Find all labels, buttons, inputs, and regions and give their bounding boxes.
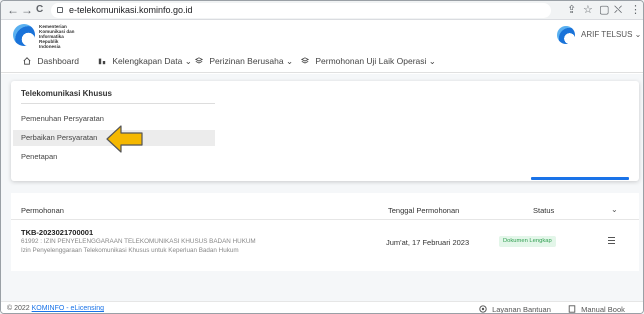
browser-window: ← → C e-telekomunikasi.kominfo.go.id ⇪ ☆… [0, 0, 644, 314]
nav-permohonan-label: Permohonan Uji Laik Operasi [315, 56, 427, 66]
nav-perizinan-berusaha[interactable]: Perizinan Berusaha ⌄ [195, 56, 293, 67]
site-header: Kementerian Komunikasi dan Informatika R… [1, 21, 643, 49]
home-icon [23, 57, 31, 65]
reload-button[interactable]: C [36, 3, 43, 17]
col-header-tanggal: Tenggal Permohonan [388, 206, 460, 215]
tanggal-permohonan: Jum'at, 17 Februari 2023 [386, 238, 470, 247]
nav-permohonan-ulo[interactable]: Permohonan Uji Laik Operasi ⌄ [301, 56, 436, 67]
window-icon[interactable]: ▢ [599, 3, 609, 17]
profile-icon[interactable]: ⛌ [614, 3, 622, 17]
browser-toolbar: ← → C e-telekomunikasi.kominfo.go.id ⇪ ☆… [1, 1, 643, 20]
manual-book-link[interactable]: Manual Book [568, 305, 625, 314]
accent-bar [531, 177, 629, 180]
user-menu[interactable]: ARIF TELSUS ⌄ [581, 30, 641, 39]
kbli-text: 61992 : IZIN PENYELENGGARAAN TELEKOMUNIK… [21, 238, 256, 245]
share-icon[interactable]: ⇪ [567, 3, 576, 17]
kominfo-logo-icon[interactable] [13, 24, 35, 46]
logo-text: Kementerian Komunikasi dan Informatika R… [39, 24, 75, 49]
forward-button[interactable]: → [21, 3, 33, 17]
url-text: e-telekomunikasi.kominfo.go.id [69, 5, 193, 15]
layers-icon [301, 57, 309, 64]
chevron-down-icon: ⌄ [184, 56, 192, 66]
lock-icon [57, 7, 63, 13]
copyright: © 2022 KOMINFO - eLicensing [7, 305, 104, 312]
col-header-status: Status [533, 206, 555, 215]
nav-perizinan-label: Perizinan Berusaha [209, 56, 284, 66]
permohonan-description: Izin Penyelenggaraan Telekomunikasi Khus… [21, 247, 239, 254]
divider [21, 103, 215, 104]
pointer-arrow-icon [106, 125, 143, 153]
footer: © 2022 KOMINFO - eLicensing Layanan Bant… [1, 301, 643, 314]
address-bar[interactable]: e-telekomunikasi.kominfo.go.id [51, 3, 551, 18]
nav-dashboard[interactable]: Dashboard [23, 56, 79, 66]
chevron-down-icon: ⌄ [634, 30, 642, 39]
headset-icon [479, 305, 487, 313]
nav-dashboard-label: Dashboard [37, 56, 79, 66]
book-icon [568, 305, 576, 313]
copyright-link[interactable]: KOMINFO - eLicensing [32, 305, 104, 312]
layanan-bantuan-link[interactable]: Layanan Bantuan [479, 305, 551, 314]
hamburger-menu-icon[interactable] [608, 237, 615, 244]
permohonan-table: Permohonan Tenggal Permohonan Status ⌄ T… [11, 193, 639, 271]
nav-kelengkapan-label: Kelengkapan Data [112, 56, 183, 66]
manual-book-label: Manual Book [581, 305, 625, 314]
dropdown-heading: Telekomunikasi Khusus [21, 89, 112, 98]
chevron-down-icon: ⌄ [285, 56, 294, 66]
back-button[interactable]: ← [7, 3, 19, 17]
copyright-prefix: © 2022 [7, 305, 32, 312]
status-badge: Dokumen Lengkap [499, 236, 556, 247]
user-name: ARIF TELSUS [581, 30, 633, 39]
col-header-permohonan: Permohonan [21, 206, 64, 215]
chart-icon [98, 58, 106, 65]
chevron-down-icon: ⌄ [428, 56, 436, 66]
chevron-down-icon[interactable]: ⌄ [611, 205, 618, 214]
menu-icon[interactable]: ⋮ [630, 3, 641, 17]
star-icon[interactable]: ☆ [583, 3, 593, 17]
layers-icon [195, 57, 203, 64]
user-avatar[interactable] [557, 26, 575, 44]
nav-kelengkapan-data[interactable]: Kelengkapan Data ⌄ [98, 56, 192, 67]
main-nav: Dashboard Kelengkapan Data ⌄ Perizinan B… [1, 49, 643, 73]
permohonan-id: TKB-2023021700001 [21, 228, 94, 237]
layanan-bantuan-label: Layanan Bantuan [492, 305, 551, 314]
divider [11, 219, 639, 220]
